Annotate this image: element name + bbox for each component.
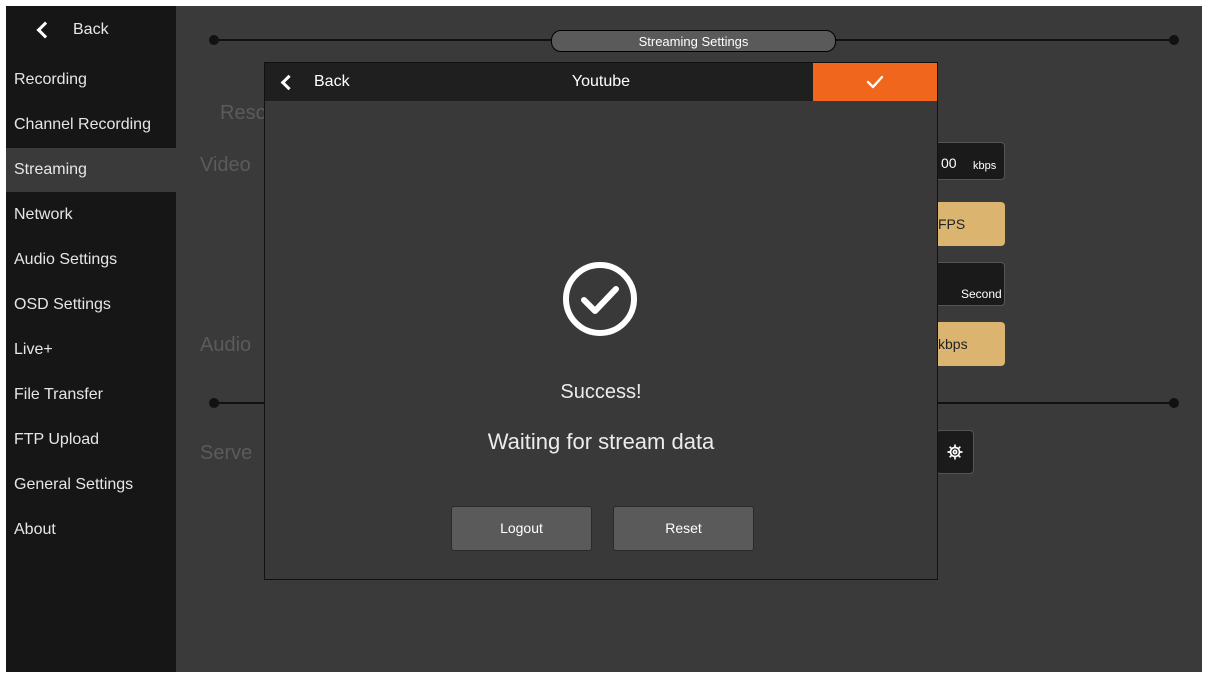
gear-icon	[947, 444, 963, 460]
status-text: Success!	[560, 381, 642, 403]
confirm-button[interactable]	[813, 63, 937, 101]
app-frame: Back Recording Channel Recording Streami…	[6, 6, 1202, 672]
gop-unit: Second	[961, 287, 1002, 301]
sidebar-item-osd-settings[interactable]: OSD Settings	[6, 283, 176, 327]
sidebar-item-general-settings[interactable]: General Settings	[6, 463, 176, 507]
chevron-left-icon	[280, 74, 297, 90]
chevron-left-icon	[36, 21, 54, 39]
dialog-back-label: Back	[314, 73, 350, 90]
server-settings-button[interactable]	[936, 430, 974, 474]
framerate-unit: FPS	[938, 216, 966, 232]
video-bitrate-unit: kbps	[973, 160, 997, 172]
sidebar: Back Recording Channel Recording Streami…	[6, 6, 176, 672]
dialog-header: Youtube Back	[265, 63, 937, 101]
framerate-field[interactable]: FPS	[934, 202, 1005, 246]
resolution-label: Reso	[220, 102, 267, 124]
sidebar-item-about[interactable]: About	[6, 508, 176, 552]
page-title: Streaming Settings	[551, 30, 836, 52]
check-circle-icon	[563, 262, 637, 336]
audio-label: Audio	[200, 334, 252, 356]
video-bitrate-value: 00	[941, 155, 957, 171]
server-label: Serve	[200, 442, 253, 464]
check-icon	[866, 75, 884, 89]
sidebar-item-audio-settings[interactable]: Audio Settings	[6, 238, 176, 282]
sidebar-item-streaming[interactable]: Streaming	[6, 148, 176, 192]
reset-button[interactable]: Reset	[613, 506, 754, 551]
sidebar-item-ftp-upload[interactable]: FTP Upload	[6, 418, 176, 462]
status-message: Waiting for stream data	[487, 429, 715, 454]
sidebar-item-channel-recording[interactable]: Channel Recording	[6, 103, 176, 147]
divider-dot	[1169, 35, 1179, 45]
sidebar-item-file-transfer[interactable]: File Transfer	[6, 373, 176, 417]
divider-dot	[1169, 398, 1179, 408]
sidebar-back-label: Back	[73, 21, 109, 38]
sidebar-item-recording[interactable]: Recording	[6, 58, 176, 102]
gop-field[interactable]: Second	[934, 262, 1005, 306]
youtube-dialog: Youtube Back Success! Waiting for stream…	[264, 62, 938, 580]
sidebar-item-network[interactable]: Network	[6, 193, 176, 237]
sidebar-item-live-plus[interactable]: Live+	[6, 328, 176, 372]
audio-bitrate-field[interactable]: kbps	[934, 322, 1005, 366]
audio-bitrate-unit: kbps	[938, 336, 968, 352]
video-label: Video	[200, 154, 251, 176]
video-bitrate-field[interactable]: 00 kbps	[934, 142, 1005, 180]
dialog-back-button[interactable]: Back	[280, 63, 350, 101]
logout-button[interactable]: Logout	[451, 506, 592, 551]
sidebar-back-button[interactable]: Back	[6, 6, 176, 54]
